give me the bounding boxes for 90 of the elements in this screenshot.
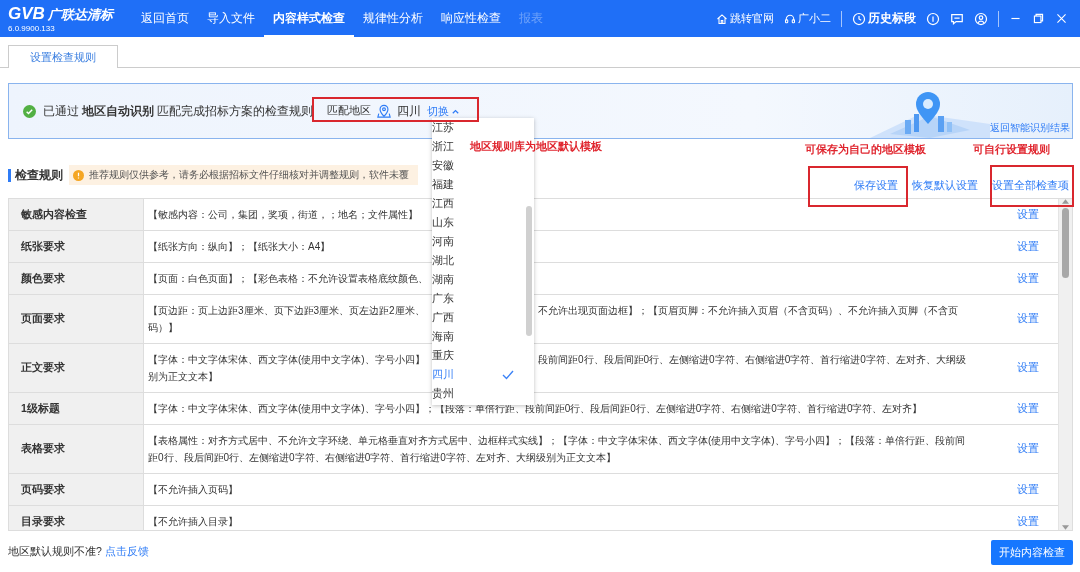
region-option[interactable]: 山东	[432, 213, 464, 232]
region-option[interactable]: 海南	[432, 327, 464, 346]
rule-name: 纸张要求	[9, 231, 144, 262]
region-value: 四川	[397, 102, 422, 120]
history-link[interactable]: 历史标段	[868, 10, 916, 27]
settings-link[interactable]: 设置	[1011, 238, 1045, 255]
scroll-up-icon[interactable]	[1062, 199, 1069, 204]
rule-text: 【敏感内容：公司，集团，奖项，街道，；地名；文件属性】	[148, 208, 419, 222]
region-option[interactable]: 广东	[432, 289, 464, 308]
annotation-note: 可保存为自己的地区模板	[805, 142, 926, 157]
header-link[interactable]: 跳转官网	[730, 11, 774, 26]
annotation-note: 地区规则库为地区默认模板	[470, 139, 602, 154]
rule-text: 【页面：白色页面】；【彩色表格：不允许设置表格底纹颜色、	[148, 272, 429, 286]
scroll-thumb[interactable]	[1062, 208, 1069, 278]
success-icon	[23, 104, 36, 118]
restore-icon	[1032, 12, 1045, 25]
rule-name: 颜色要求	[9, 263, 144, 294]
back-to-results-link[interactable]: 返回智能识别结果	[990, 121, 1070, 135]
settings-link[interactable]: 设置	[1011, 360, 1045, 376]
header-link[interactable]: 广小二	[798, 11, 831, 26]
rule-name: 页面要求	[9, 295, 144, 343]
rule-text: 【纸张方向：纵向】；【纸张大小：A4】	[148, 240, 332, 254]
nav-tab[interactable]: 返回首页	[132, 0, 198, 37]
tab[interactable]: 设置检查规则	[8, 45, 118, 68]
feedback-question: 地区默认规则不准?	[8, 545, 102, 559]
banner-message: 已通过 地区自动识别 匹配完成招标方案的检查规则	[43, 103, 314, 119]
notice-text: 推荐规则仅供参考，请务必根据招标文件仔细核对并调整规则，软件未覆	[89, 168, 409, 182]
scrollbar[interactable]	[1058, 199, 1072, 530]
rule-text: 【不允许插入目录】	[148, 515, 239, 529]
rule-name: 目录要求	[9, 506, 144, 530]
app-logo: GVB	[8, 4, 45, 22]
region-option[interactable]: 重庆	[432, 346, 464, 365]
region-option[interactable]: 河南	[432, 232, 464, 251]
nav-tab[interactable]: 内容样式检查	[264, 0, 354, 37]
user-icon	[974, 11, 988, 26]
region-option[interactable]: 湖北	[432, 251, 464, 270]
region-option[interactable]: 江苏	[432, 118, 464, 137]
message-icon	[950, 11, 964, 26]
settings-link[interactable]: 设置	[1011, 481, 1045, 498]
region-option[interactable]: 贵州	[432, 384, 464, 403]
action-link[interactable]: 恢复默认设置	[908, 179, 982, 193]
app-brand: 广联达清标	[47, 5, 113, 24]
close-icon	[1055, 12, 1068, 25]
settings-link[interactable]: 设置	[1011, 400, 1045, 417]
region-option[interactable]: 福建	[432, 175, 464, 194]
rule-name: 敏感内容检查	[9, 199, 144, 230]
start-check-button[interactable]: 开始内容检查	[991, 539, 1073, 565]
region-option[interactable]: 江西	[432, 194, 464, 213]
scroll-thumb[interactable]	[526, 206, 532, 336]
action-link[interactable]: 设置全部检查项	[988, 179, 1073, 193]
region-option[interactable]: 浙江	[432, 137, 464, 156]
rule-text: 【表格属性：对齐方式居中、不允许文字环绕、单元格垂直对齐方式居中、边框样式实线】；【字体：中文字体宋体、西文字体(使用中文字体)、字号小四】；【段落：单倍行距、段前间距0行、段后间距0行、左侧缩进0字符、右侧缩进0字符、首行缩进0字符、左对齐、大纲级别为正文文本】	[148, 434, 966, 465]
rule-name: 1级标题	[9, 393, 144, 424]
headset-icon	[784, 12, 796, 25]
settings-link[interactable]: 设置	[1011, 441, 1045, 457]
rule-text: 【不允许插入页码】	[148, 483, 239, 497]
feedback-link[interactable]: 点击反馈	[104, 545, 149, 559]
region-option[interactable]: 安徽	[432, 156, 464, 175]
rule-text: 【页边距：页上边距3厘米、页下边距3厘米、页左边距2厘米、	[148, 304, 426, 318]
region-label: 匹配地区	[327, 104, 372, 118]
warning-icon	[73, 169, 84, 181]
rule-name: 表格要求	[9, 425, 144, 473]
nav-tab[interactable]: 导入文件	[198, 0, 264, 37]
rule-name: 页码要求	[9, 474, 144, 505]
settings-link[interactable]: 设置	[1011, 311, 1045, 327]
rule-text: 码）】	[148, 321, 179, 335]
region-option[interactable]: 湖南	[432, 270, 464, 289]
nav-tab[interactable]: 响应性检查	[432, 0, 510, 37]
settings-link[interactable]: 设置	[1011, 270, 1045, 287]
rule-name: 正文要求	[9, 344, 144, 392]
annotation-note: 可自行设置规则	[973, 142, 1050, 157]
action-link[interactable]: 保存设置	[850, 179, 902, 193]
section-title: 检查规则	[8, 168, 63, 182]
version-label: 6.0.9900.133	[8, 23, 56, 33]
map-pin-icon	[377, 104, 392, 118]
scroll-down-icon[interactable]	[1062, 525, 1069, 530]
info-icon	[926, 11, 940, 26]
check-icon	[502, 369, 514, 380]
region-option[interactable]: 广西	[432, 308, 464, 327]
nav-tab[interactable]: 规律性分析	[354, 0, 432, 37]
settings-link[interactable]: 设置	[1011, 513, 1045, 530]
rule-text: 别为正文文本】	[148, 370, 219, 384]
home-icon	[716, 12, 728, 25]
settings-link[interactable]: 设置	[1011, 206, 1045, 223]
rule-text: 段前间距0行、段后间距0行、左侧缩进0字符、右侧缩进0字符、首行缩进0字符、左对齐、大纲级	[538, 353, 967, 367]
clock-icon	[852, 11, 866, 26]
rule-text: 【字体：中文字体宋体、西文字体(使用中文字体)、字号小四】	[148, 353, 426, 367]
rule-text: 不允许出现页面边框】；【页眉页脚：不允许插入页眉（不含页码）、不允许插入页脚（不含页	[538, 304, 959, 318]
region-option[interactable]: 四川	[432, 365, 524, 384]
switch-region-button[interactable]: 切换	[427, 103, 461, 119]
